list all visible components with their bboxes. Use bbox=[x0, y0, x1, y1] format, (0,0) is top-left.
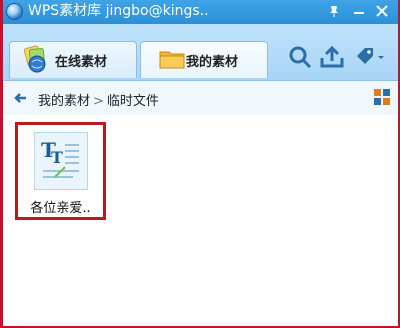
title-bar[interactable]: WPS素材库 jingbo@kings.. bbox=[3, 0, 398, 24]
breadcrumb-item-my-materials[interactable]: 我的素材 bbox=[38, 94, 90, 109]
svg-text:T: T bbox=[51, 148, 63, 167]
upload-icon[interactable] bbox=[319, 44, 345, 70]
breadcrumb-item-temp-files: 临时文件 bbox=[106, 94, 159, 109]
folder-icon bbox=[159, 49, 185, 69]
file-area: T T 各位亲爱.. bbox=[3, 115, 398, 326]
tab-my-materials[interactable]: 我的素材 bbox=[140, 41, 268, 78]
online-globe-icon bbox=[22, 45, 50, 73]
breadcrumb: 我的素材 > 临时文件 bbox=[3, 81, 398, 116]
wps-logo-icon bbox=[6, 3, 23, 20]
back-arrow-icon[interactable] bbox=[13, 90, 27, 104]
tag-dropdown-icon[interactable] bbox=[353, 44, 387, 70]
minimize-icon[interactable] bbox=[351, 3, 367, 19]
tab-online-label: 在线素材 bbox=[55, 55, 108, 70]
view-grid-icon[interactable] bbox=[374, 89, 390, 105]
search-icon[interactable] bbox=[287, 44, 313, 70]
tab-my-label: 我的素材 bbox=[186, 55, 239, 70]
breadcrumb-path: 我的素材 > 临时文件 bbox=[38, 90, 159, 109]
text-document-icon: T T bbox=[34, 132, 88, 190]
breadcrumb-separator: > bbox=[93, 94, 104, 109]
window-title: WPS素材库 jingbo@kings.. bbox=[28, 3, 209, 19]
material-library-window: WPS素材库 jingbo@kings.. 在线素材 我的素材 我的素材 > 临… bbox=[0, 0, 400, 328]
tab-bar: 在线素材 我的素材 bbox=[3, 24, 398, 81]
pin-icon[interactable] bbox=[326, 3, 342, 19]
file-item[interactable]: T T 各位亲爱.. bbox=[15, 122, 106, 220]
file-name: 各位亲爱.. bbox=[30, 201, 91, 216]
tab-online-materials[interactable]: 在线素材 bbox=[9, 41, 137, 78]
close-icon[interactable] bbox=[374, 3, 390, 19]
